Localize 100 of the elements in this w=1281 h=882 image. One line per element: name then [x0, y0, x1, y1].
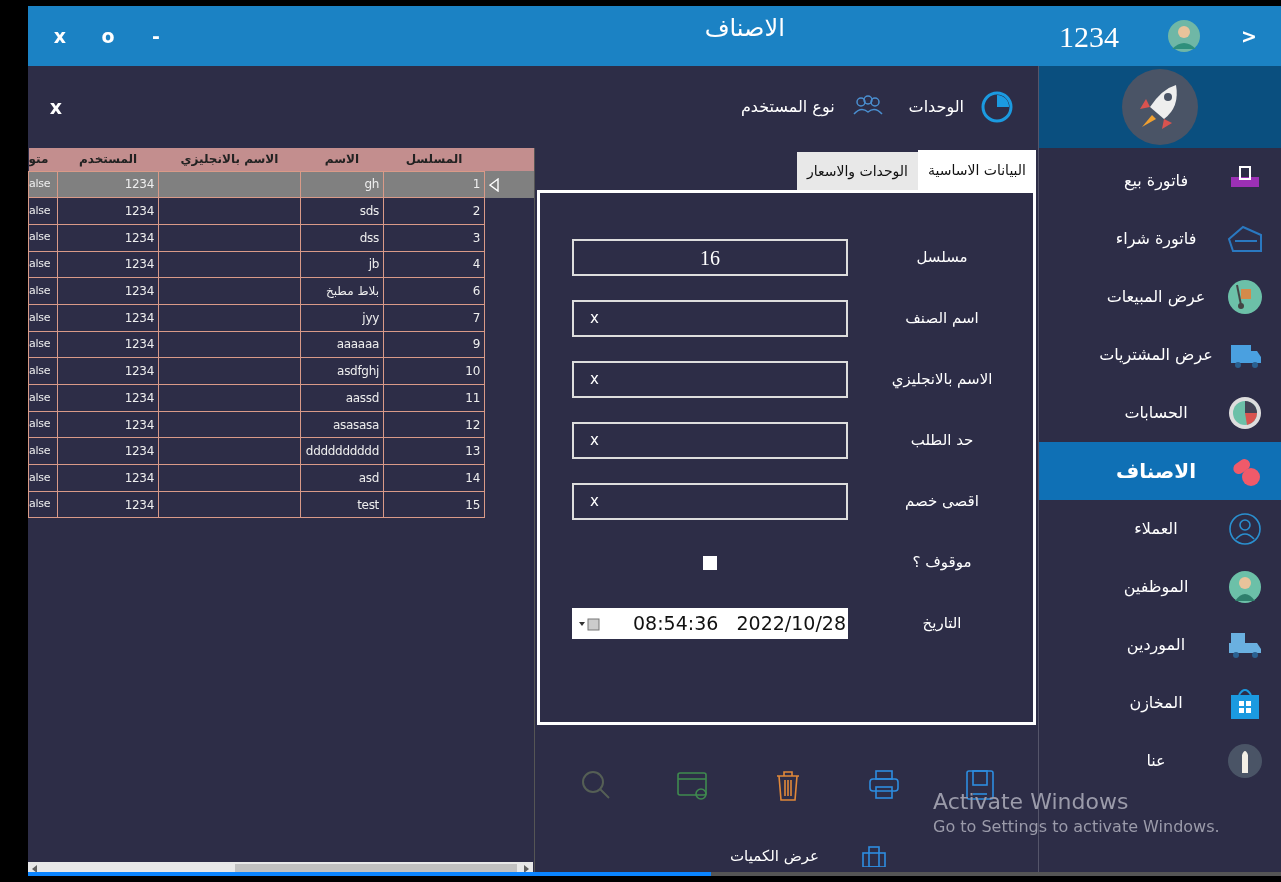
input-field[interactable]: x	[572, 483, 848, 520]
table-cell: 1234	[57, 171, 159, 198]
window-control-button[interactable]: x	[36, 21, 84, 51]
back-button[interactable]: >	[1225, 21, 1273, 51]
table-cell: gh	[300, 171, 384, 198]
field-label: مسلسل	[915, 247, 969, 269]
hand-truck-icon	[1227, 279, 1263, 315]
date-value: 08:54:36 2022/10/28	[633, 611, 846, 637]
date-picker[interactable]: 08:54:36 2022/10/28	[572, 608, 848, 639]
column-header[interactable]: المستخدم	[57, 148, 159, 171]
column-header[interactable]: الاسم	[300, 148, 384, 171]
toolbar-label: الوحدات	[908, 96, 964, 119]
table-cell: 1234	[57, 304, 159, 332]
column-header[interactable]: الاسم بالانجليزي	[158, 148, 301, 171]
toolbar-link[interactable]: الوحدات	[908, 90, 1014, 124]
sidebar-item[interactable]: فاتورة بيع	[1039, 152, 1281, 210]
input-field[interactable]: x	[572, 300, 848, 337]
table-cell: 1234	[57, 197, 159, 225]
row-pointer-icon	[489, 177, 499, 192]
table-cell: 2	[383, 197, 485, 225]
table-cell: 11	[383, 384, 485, 412]
table-cell: 9	[383, 331, 485, 358]
quantities-label: عرض الكميات	[730, 846, 820, 867]
table-cell: aassd	[300, 384, 384, 412]
table-cell: 1234	[57, 491, 159, 518]
table-cell: 1234	[57, 224, 159, 252]
sidebar-item[interactable]: العملاء	[1039, 500, 1281, 558]
window-control-button[interactable]: o	[84, 21, 132, 51]
table-cell: asasasa	[300, 411, 384, 438]
field-label: التاريخ	[921, 613, 963, 635]
table-cell: 4	[383, 251, 485, 278]
table-cell: jb	[300, 251, 384, 278]
progress-track[interactable]	[28, 872, 1281, 876]
table-cell: jyy	[300, 304, 384, 332]
tab[interactable]: الوحدات والاسعار	[796, 152, 918, 190]
table-cell: alse	[28, 224, 58, 252]
column-header[interactable]: المسلسل	[383, 148, 485, 171]
table-cell: sds	[300, 197, 384, 225]
table-cell: 15	[383, 491, 485, 518]
table-cell: alse	[28, 357, 58, 385]
table-cell: 1234	[57, 464, 159, 492]
table-cell: alse	[28, 197, 58, 225]
sidebar-item[interactable]: عرض المبيعات	[1039, 268, 1281, 326]
table-cell: 1234	[57, 251, 159, 278]
field-label: حد الطلب	[909, 430, 975, 452]
field-label: موقوف ؟	[911, 552, 973, 574]
os-activation-title: Activate Windows	[933, 789, 1130, 816]
input-field[interactable]: 16	[572, 239, 848, 276]
table-cell: 1234	[57, 331, 159, 358]
table-cell: alse	[28, 304, 58, 332]
column-header[interactable]: متو	[28, 148, 58, 171]
user-avatar-icon	[1167, 19, 1201, 53]
table-cell: dddddddddd	[300, 437, 384, 465]
calendar-dropdown-icon	[578, 616, 602, 631]
window-control-button[interactable]: -	[132, 21, 180, 51]
table-cell: alse	[28, 171, 58, 198]
table-cell: 1234	[57, 357, 159, 385]
table-cell: 13	[383, 437, 485, 465]
input-field[interactable]: x	[572, 422, 848, 459]
person-icon	[1227, 569, 1263, 605]
table-cell: 12	[383, 411, 485, 438]
sidebar-item[interactable]: الحسابات	[1039, 384, 1281, 442]
toolbar-link[interactable]: نوع المستخدم	[740, 90, 885, 124]
table-cell: بلاط مطبخ	[300, 277, 384, 305]
input-field[interactable]: x	[572, 361, 848, 398]
field-label: اسم الصنف	[904, 308, 980, 330]
table-cell: 1234	[57, 411, 159, 438]
table-cell: 6	[383, 277, 485, 305]
table-cell: 1234	[57, 384, 159, 412]
sidebar-item[interactable]: الموظفين	[1039, 558, 1281, 616]
sidebar-item[interactable]: الاصناف	[1039, 442, 1281, 500]
sidebar-item[interactable]: فاتورة شراء	[1039, 210, 1281, 268]
tab[interactable]: البيانات الاساسية	[918, 150, 1036, 190]
sidebar-item[interactable]: عرض المشتريات	[1039, 326, 1281, 384]
table-cell: aaaaaa	[300, 331, 384, 358]
table-cell: alse	[28, 411, 58, 438]
rocket-icon	[1227, 743, 1263, 779]
table-cell: 14	[383, 464, 485, 492]
os-activation-text: Go to Settings to activate Windows.	[933, 816, 1220, 839]
sidebar-item[interactable]: عنا	[1039, 732, 1281, 790]
table-cell: 1	[383, 171, 485, 198]
table-cell: alse	[28, 464, 58, 492]
table-cell: 1234	[57, 437, 159, 465]
table-cell: alse	[28, 491, 58, 518]
sidebar-item[interactable]: المخازن	[1039, 674, 1281, 732]
table-cell: alse	[28, 277, 58, 305]
table-cell: dss	[300, 224, 384, 252]
field-label: الاسم بالانجليزي	[890, 369, 994, 391]
table-cell: 3	[383, 224, 485, 252]
table-cell: alse	[28, 331, 58, 358]
table-cell: asd	[300, 464, 384, 492]
table-cell: asdfghj	[300, 357, 384, 385]
table-cell: test	[300, 491, 384, 518]
table-cell: 1234	[57, 277, 159, 305]
toolbar-label: نوع المستخدم	[740, 96, 835, 119]
printer-icon[interactable]	[867, 768, 901, 802]
close-button[interactable]: x	[32, 92, 80, 122]
sidebar-item[interactable]: الموردين	[1039, 616, 1281, 674]
checkbox[interactable]	[703, 555, 717, 570]
pie-chart-icon	[980, 90, 1014, 124]
